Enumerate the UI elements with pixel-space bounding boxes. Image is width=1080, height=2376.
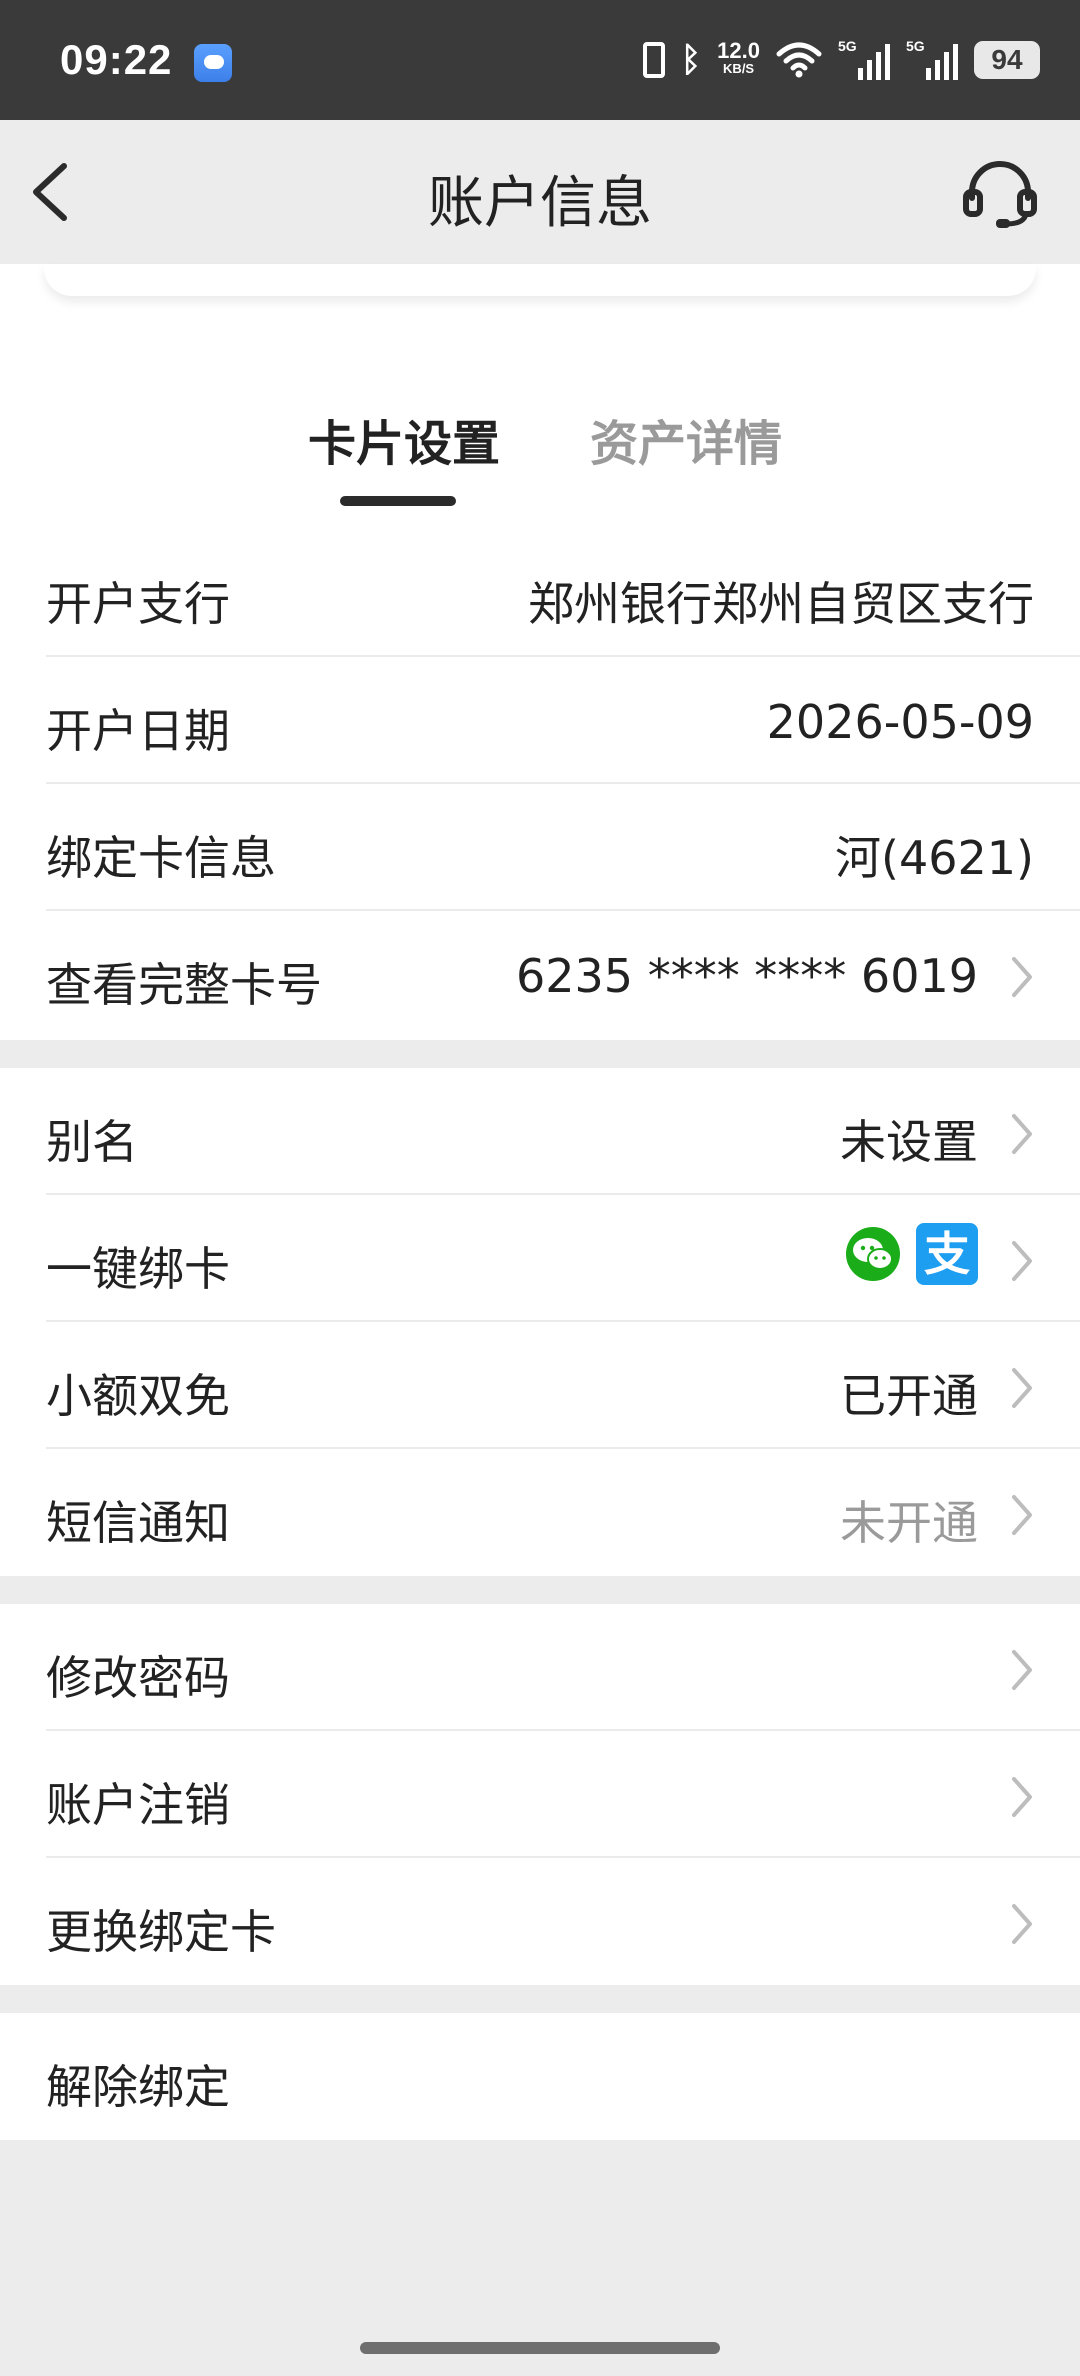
row-label: 绑定卡信息 [46, 831, 276, 885]
row-label: 解除绑定 [46, 2060, 230, 2114]
sim2-tag: 5G [906, 38, 925, 54]
bluetooth-icon: ᛒ [680, 40, 702, 79]
wechat-icon [846, 1227, 900, 1281]
signal-icon: 5G [906, 38, 958, 80]
status-bar: 09:22 ᛒ 12.0 KB/S 5G 5G 94 [0, 0, 1080, 120]
row-change-password[interactable]: 修改密码 [0, 1604, 1080, 1731]
row-label: 开户支行 [46, 577, 230, 631]
wifi-icon [776, 42, 822, 78]
active-tab-indicator [340, 496, 456, 506]
row-alias[interactable]: 别名 未设置 [0, 1068, 1080, 1195]
unbind-section: 解除绑定 [0, 2013, 1080, 2140]
tab-card-settings[interactable]: 卡片设置 [308, 404, 500, 474]
row-unbind[interactable]: 解除绑定 [0, 2013, 1080, 2140]
headset-icon[interactable] [962, 158, 1038, 230]
row-label: 短信通知 [46, 1496, 230, 1550]
chevron-right-icon [1012, 1904, 1032, 1944]
row-value: 6235 **** **** 6019 [516, 949, 978, 1003]
tab-asset-details[interactable]: 资产详情 [590, 404, 782, 474]
settings-section: 别名 未设置 一键绑卡 支 小额双免 已开通 短信通知 未开通 [0, 1068, 1080, 1576]
account-section: 修改密码 账户注销 更换绑定卡 [0, 1604, 1080, 1985]
sim1-tag: 5G [838, 38, 857, 54]
row-small-amount-exemption[interactable]: 小额双免 已开通 [0, 1322, 1080, 1449]
row-quick-bind[interactable]: 一键绑卡 支 [0, 1195, 1080, 1322]
page-title: 账户信息 [428, 171, 652, 236]
row-opening-date: 开户日期 2026-05-09 [0, 657, 1080, 784]
row-label: 开户日期 [46, 704, 230, 758]
row-opening-branch: 开户支行 郑州银行郑州自贸区支行 [0, 530, 1080, 657]
card-settings-panel: 卡片设置 资产详情 开户支行 郑州银行郑州自贸区支行 开户日期 2026-05-… [0, 264, 1080, 1040]
row-label: 别名 [46, 1115, 138, 1169]
tab-bar: 卡片设置 资产详情 [0, 404, 1080, 474]
chevron-right-icon [1012, 1777, 1032, 1817]
row-label: 账户注销 [46, 1778, 230, 1832]
account-card-bottom [44, 264, 1036, 296]
row-label: 一键绑卡 [46, 1242, 230, 1296]
row-label: 小额双免 [46, 1369, 230, 1423]
row-value: 已开通 [840, 1369, 978, 1423]
row-value: 2026-05-09 [766, 695, 1034, 749]
chevron-right-icon [1012, 1241, 1032, 1281]
row-value: 郑州银行郑州自贸区支行 [528, 577, 1034, 631]
row-value: 河(4621) [835, 831, 1034, 885]
row-full-card-number[interactable]: 查看完整卡号 6235 **** **** 6019 [0, 911, 1080, 1038]
chevron-right-icon [1012, 957, 1032, 997]
row-label: 修改密码 [46, 1651, 230, 1705]
status-time: 09:22 [60, 36, 173, 83]
vibrate-icon [642, 42, 665, 78]
chevron-right-icon [1012, 1114, 1032, 1154]
chevron-right-icon [1012, 1368, 1032, 1408]
battery-indicator: 94 [974, 41, 1040, 79]
row-close-account[interactable]: 账户注销 [0, 1731, 1080, 1858]
row-change-bound-card[interactable]: 更换绑定卡 [0, 1858, 1080, 1985]
weather-icon [194, 44, 232, 82]
navigation-bar: 账户信息 [0, 120, 1080, 264]
row-value: 未开通 [840, 1496, 978, 1550]
row-label: 查看完整卡号 [46, 958, 322, 1012]
row-sms-notification[interactable]: 短信通知 未开通 [0, 1449, 1080, 1576]
home-indicator[interactable] [360, 2342, 720, 2354]
alipay-icon: 支 [916, 1223, 978, 1285]
row-label: 更换绑定卡 [46, 1905, 276, 1959]
row-value: 未设置 [840, 1115, 978, 1169]
bind-platform-icons: 支 [844, 1223, 978, 1285]
network-speed: 12.0 KB/S [717, 40, 760, 78]
signal-icon: 5G [838, 38, 890, 80]
chevron-right-icon [1012, 1495, 1032, 1535]
row-bound-card: 绑定卡信息 河(4621) [0, 784, 1080, 911]
chevron-right-icon [1012, 1650, 1032, 1690]
network-speed-unit: KB/S [723, 61, 755, 76]
status-icons: ᛒ 12.0 KB/S 5G 5G 94 [642, 38, 1040, 82]
